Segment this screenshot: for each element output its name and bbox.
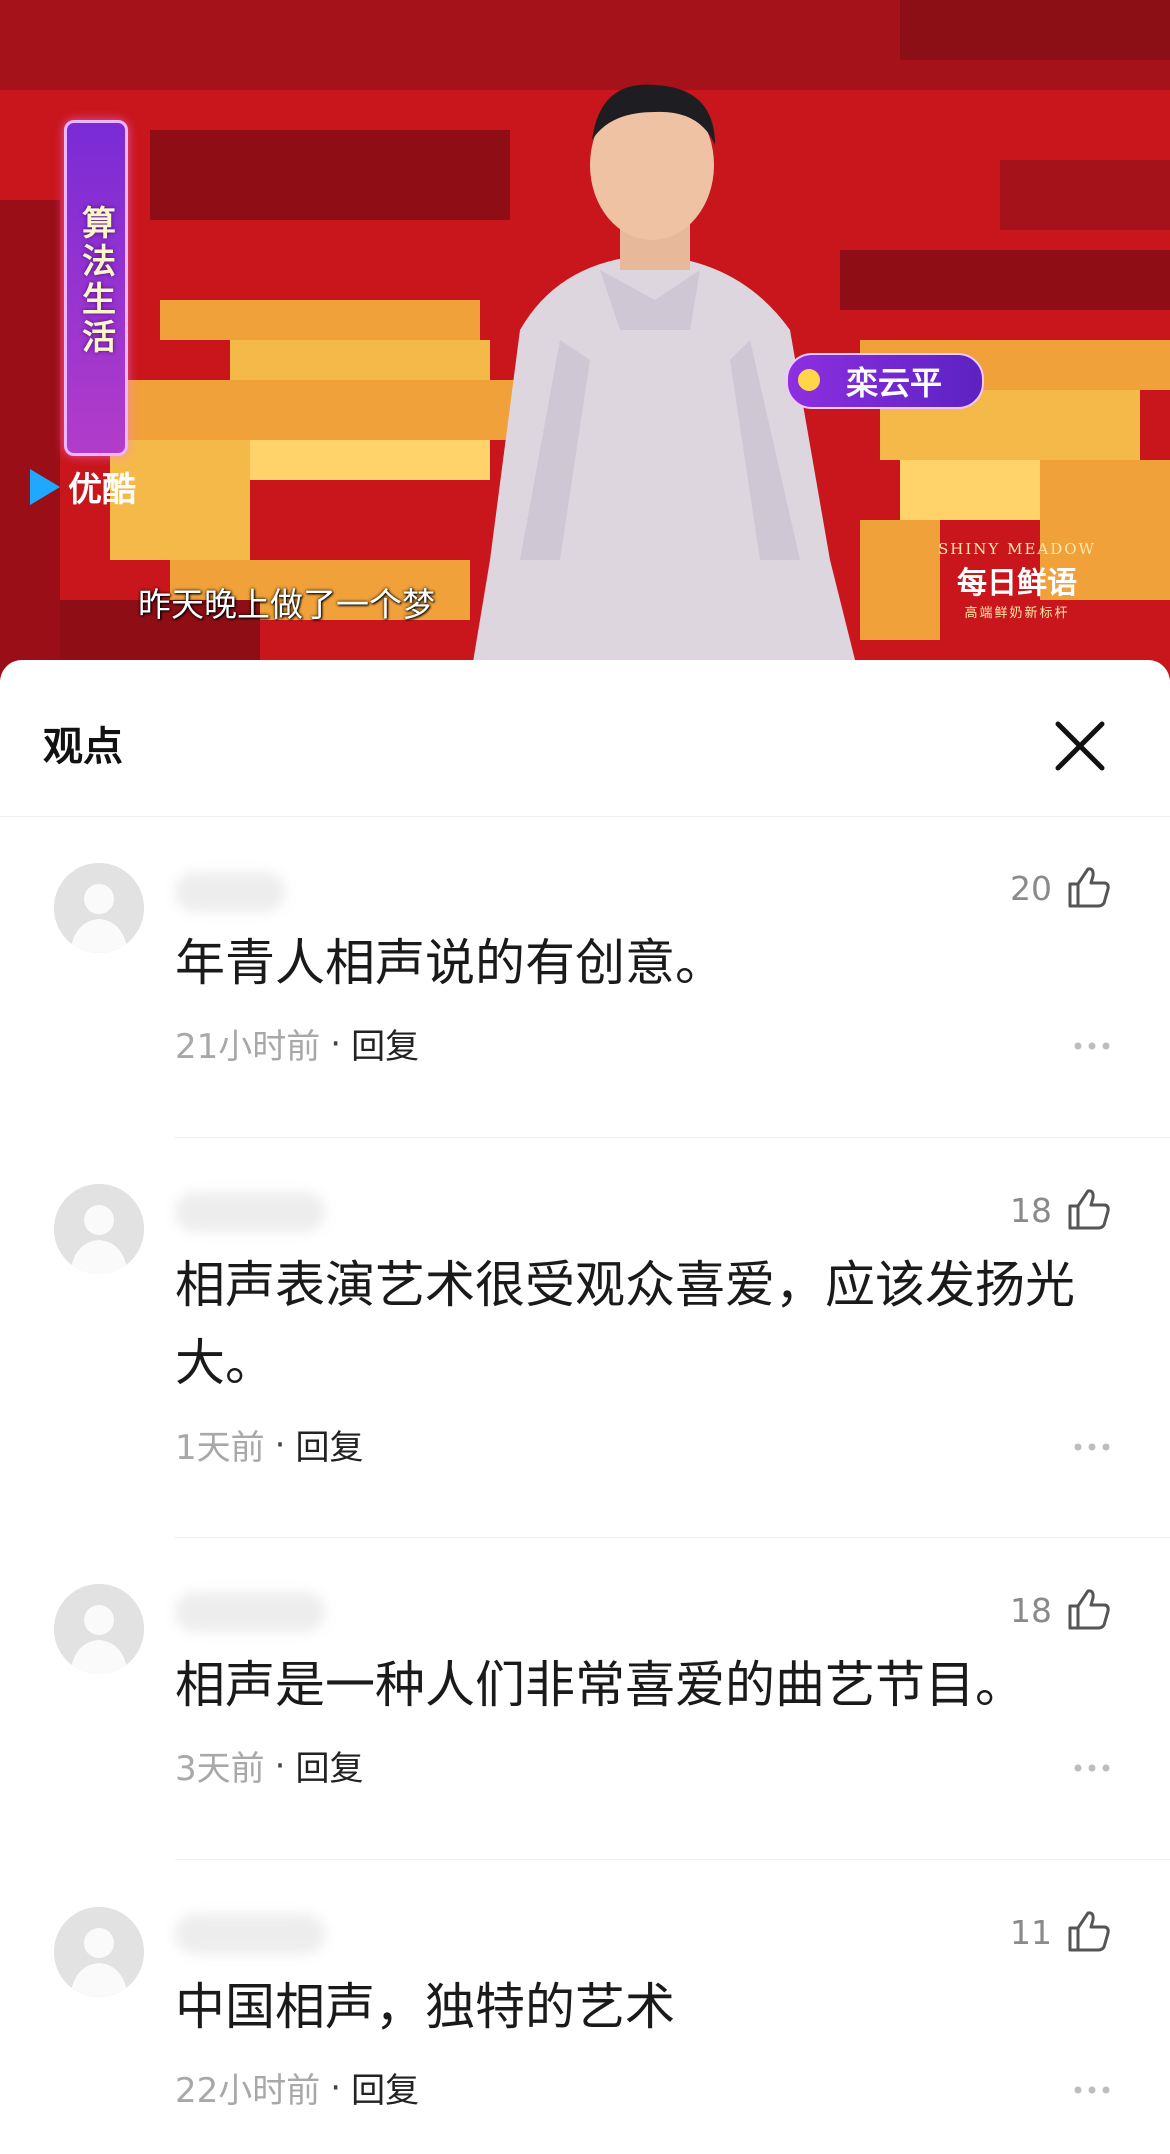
reply-button[interactable]: 回复: [295, 1420, 363, 1469]
performer-name-tag: 栾云平: [786, 353, 984, 409]
youku-play-icon: [30, 468, 60, 505]
like-group[interactable]: 11: [1010, 1910, 1112, 1954]
like-count: 18: [1010, 1190, 1052, 1230]
reply-button[interactable]: 回复: [295, 1741, 363, 1790]
meta-separator: ·: [330, 2067, 342, 2108]
comment-meta: 22小时前 · 回复: [175, 2063, 419, 2112]
youku-logo: 优酷: [30, 462, 136, 511]
video-player[interactable]: 算法生活 优酷 栾云平 SHINY MEADOW 每日鲜语 高端鲜奶新标杆 昨天…: [0, 0, 1170, 680]
comment-time: 1天前: [175, 1428, 265, 1468]
more-options-icon[interactable]: [1072, 1040, 1112, 1052]
thumbs-up-icon[interactable]: [1066, 1588, 1112, 1632]
performer-name: 栾云平: [845, 364, 942, 402]
sponsor-english: SHINY MEADOW: [938, 540, 1096, 558]
comment-meta: 3天前 · 回复: [175, 1741, 363, 1790]
like-count: 11: [1010, 1912, 1052, 1952]
default-avatar-icon: [54, 1184, 144, 1274]
video-subtitle: 昨天晚上做了一个梦: [138, 585, 435, 624]
comment-text: 中国相声，独特的艺术: [175, 1978, 675, 2036]
default-avatar-icon: [54, 1584, 144, 1674]
comment-item: 18 相声表演艺术很受观众喜爱，应该发扬光大。 1天前 · 回复: [0, 1138, 1170, 1538]
avatar[interactable]: [54, 1584, 144, 1674]
comment-item: 11 中国相声，独特的艺术 22小时前 · 回复: [0, 1860, 1170, 2154]
thumbs-up-icon[interactable]: [1066, 1910, 1112, 1954]
show-title-banner: 算法生活: [64, 120, 128, 456]
brand-name: 优酷: [68, 470, 136, 510]
meta-separator: ·: [274, 1424, 286, 1465]
reply-button[interactable]: 回复: [351, 1019, 419, 1068]
more-options-icon[interactable]: [1072, 1441, 1112, 1453]
like-group[interactable]: 18: [1010, 1188, 1112, 1232]
username-blurred[interactable]: [175, 1192, 325, 1232]
username-blurred[interactable]: [175, 1914, 325, 1954]
comments-sheet: 观点 20 年青人相声说的有创意。 21小时前 · 回复 18 相声表演艺术很受…: [0, 660, 1170, 2154]
close-icon: [1055, 721, 1105, 771]
sponsor-name: 每日鲜语: [957, 566, 1077, 601]
avatar[interactable]: [54, 1184, 144, 1274]
meta-separator: ·: [274, 1745, 286, 1786]
more-options-icon[interactable]: [1072, 1762, 1112, 1774]
close-button[interactable]: [1050, 716, 1110, 776]
comment-meta: 1天前 · 回复: [175, 1420, 363, 1469]
thumbs-up-icon[interactable]: [1066, 1188, 1112, 1232]
like-count: 18: [1010, 1590, 1052, 1630]
username-blurred[interactable]: [175, 1592, 325, 1632]
comment-item: 20 年青人相声说的有创意。 21小时前 · 回复: [0, 816, 1170, 1138]
comment-item: 18 相声是一种人们非常喜爱的曲艺节目。 3天前 · 回复: [0, 1538, 1170, 1860]
avatar[interactable]: [54, 1907, 144, 1997]
like-count: 20: [1010, 868, 1052, 908]
sheet-title: 观点: [43, 723, 123, 770]
comment-time: 3天前: [175, 1749, 265, 1789]
reply-button[interactable]: 回复: [351, 2063, 419, 2112]
sponsor-logo: SHINY MEADOW 每日鲜语 高端鲜奶新标杆: [932, 540, 1102, 621]
comment-time: 21小时前: [175, 1027, 321, 1067]
default-avatar-icon: [54, 1907, 144, 1997]
more-options-icon[interactable]: [1072, 2084, 1112, 2096]
like-group[interactable]: 18: [1010, 1588, 1112, 1632]
meta-separator: ·: [330, 1023, 342, 1064]
username-blurred[interactable]: [175, 872, 285, 912]
default-avatar-icon: [54, 863, 144, 953]
comment-text: 相声是一种人们非常喜爱的曲艺节目。: [175, 1656, 1025, 1714]
sponsor-tagline: 高端鲜奶新标杆: [964, 606, 1070, 621]
show-title-text: 算法生活: [75, 205, 116, 357]
comment-meta: 21小时前 · 回复: [175, 1019, 419, 1068]
avatar[interactable]: [54, 863, 144, 953]
thumbs-up-icon[interactable]: [1066, 866, 1112, 910]
name-tag-icon: [798, 369, 820, 391]
comment-text: 相声表演艺术很受观众喜爱，应该发扬光大。: [175, 1256, 1075, 1392]
like-group[interactable]: 20: [1010, 866, 1112, 910]
comment-time: 22小时前: [175, 2071, 321, 2111]
comment-text: 年青人相声说的有创意。: [175, 934, 725, 992]
sheet-header: 观点: [0, 660, 1170, 817]
